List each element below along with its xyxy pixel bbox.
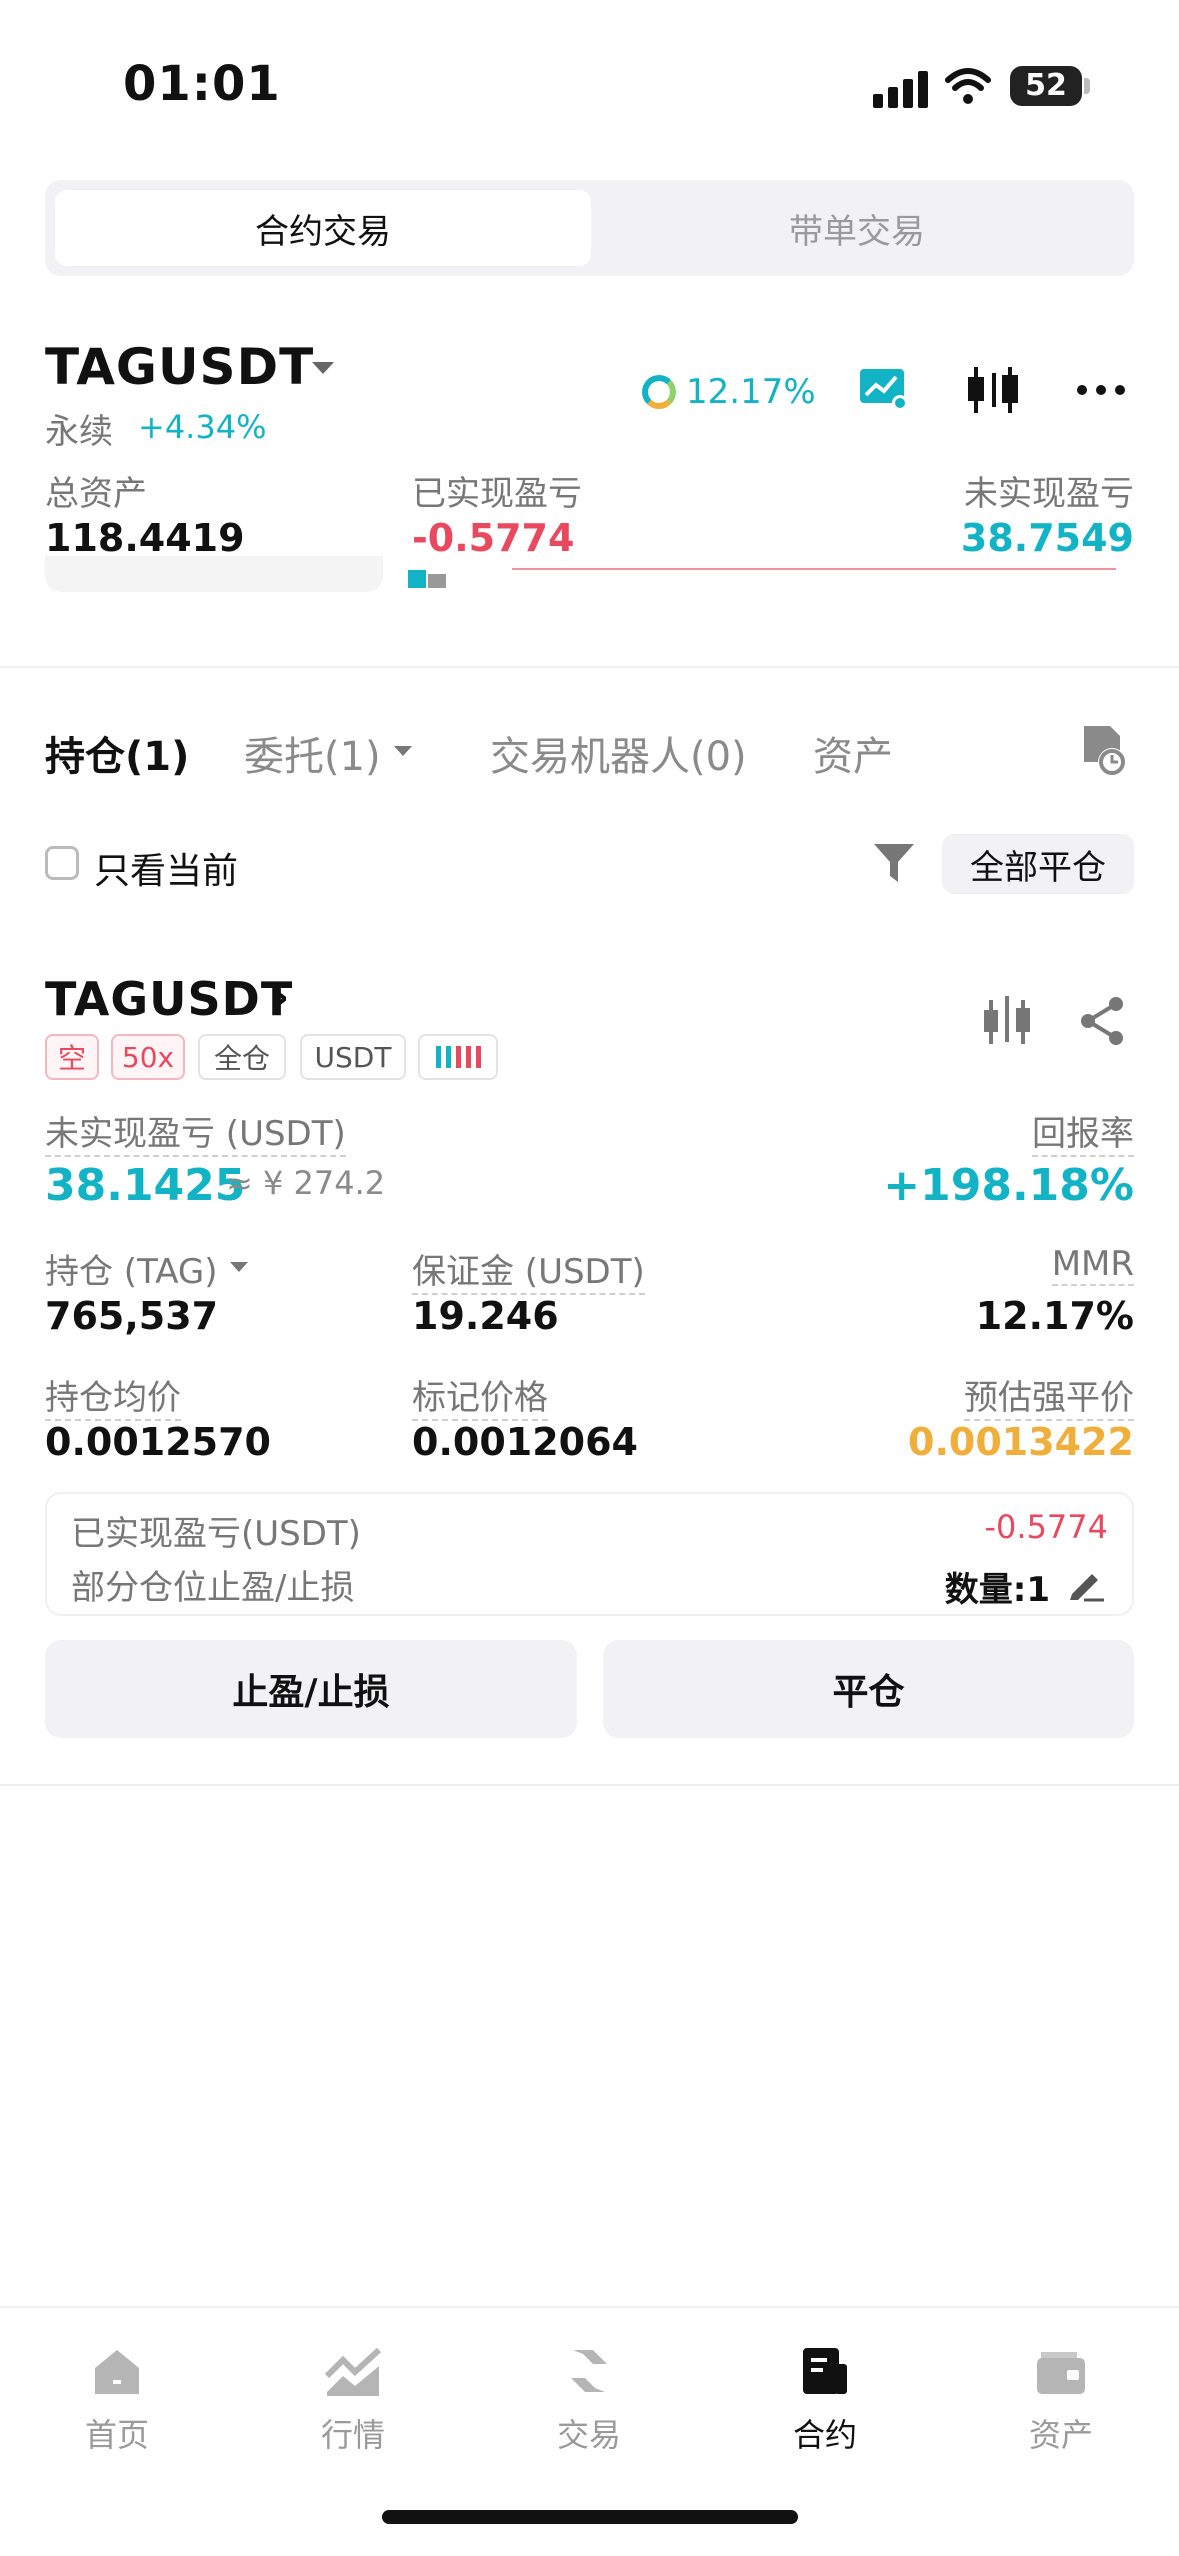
collapsed-order-input	[45, 556, 383, 592]
more-icon[interactable]	[1076, 362, 1126, 418]
roe-label: 回报率	[1032, 1106, 1134, 1157]
candlestick-icon[interactable]	[966, 362, 1020, 418]
share-icon[interactable]	[1078, 996, 1126, 1050]
only-current-label[interactable]: 只看当前	[94, 842, 238, 894]
liq-price-label: 预估强平价	[964, 1370, 1134, 1421]
mmr-percent[interactable]: 12.17%	[686, 372, 816, 412]
roe-value: +198.18%	[883, 1160, 1134, 1211]
nav-home-label: 首页	[84, 2416, 149, 2454]
nav-futures[interactable]: 合约	[750, 2346, 900, 2456]
position-chart-icon[interactable]	[982, 992, 1032, 1052]
size-label[interactable]: 持仓 (TAG)	[45, 1244, 217, 1293]
unrealized-pnl-value: 38.7549	[960, 516, 1134, 560]
size-value: 765,537	[45, 1294, 219, 1338]
close-position-button[interactable]: 平仓	[603, 1640, 1134, 1738]
realized-pnl-label: 已实现盈亏	[412, 474, 582, 514]
edit-icon[interactable]	[1068, 1566, 1106, 1602]
total-assets-label: 总资产	[45, 474, 147, 514]
nav-market[interactable]: 行情	[278, 2346, 428, 2456]
tpsl-summary-box: 已实现盈亏(USDT) -0.5774 部分仓位止盈/止损 数量:1	[45, 1492, 1134, 1616]
price-change: +4.34%	[138, 408, 267, 446]
collapsed-indicator	[408, 570, 426, 588]
settle-currency-tag: USDT	[300, 1034, 406, 1080]
margin-label: 保证金 (USDT)	[412, 1244, 645, 1295]
tpsl-button[interactable]: 止盈/止损	[45, 1640, 577, 1738]
home-icon	[95, 2350, 139, 2394]
mmr-value: 12.17%	[975, 1294, 1134, 1338]
nav-trade[interactable]: 交易	[514, 2346, 664, 2456]
status-time: 01:01	[123, 56, 281, 112]
mmr-label: MMR	[1051, 1244, 1134, 1286]
home-indicator	[382, 2510, 798, 2524]
unrealized-value: 38.1425	[45, 1160, 246, 1211]
tab-assets[interactable]: 资产	[813, 724, 893, 782]
only-current-checkbox[interactable]	[45, 846, 79, 880]
section-divider	[0, 666, 1179, 668]
size-unit-dropdown-icon[interactable]	[230, 1262, 248, 1272]
chart-monitor-icon[interactable]	[858, 362, 910, 418]
nav-assets-label: 资产	[1028, 2416, 1093, 2454]
segment-copy-trading[interactable]: 带单交易	[589, 190, 1125, 266]
tpsl-quantity[interactable]: 数量:1	[945, 1562, 1050, 1611]
history-icon[interactable]	[1078, 722, 1128, 782]
entry-price-label: 持仓均价	[45, 1370, 181, 1421]
chevron-right-icon[interactable]: ›	[272, 972, 289, 1021]
nav-assets[interactable]: 资产	[986, 2346, 1136, 2456]
nav-futures-label: 合约	[792, 2416, 857, 2454]
position-symbol[interactable]: TAGUSDT	[45, 972, 293, 1026]
adl-indicator-icon	[418, 1034, 498, 1080]
realized-pnl-value: -0.5774	[412, 516, 575, 560]
mmr-gauge-icon[interactable]	[642, 375, 676, 409]
filter-icon[interactable]	[872, 842, 916, 888]
orders-dropdown-icon[interactable]	[394, 746, 412, 756]
symbol-title[interactable]: TAGUSDT	[45, 338, 314, 396]
tab-orders[interactable]: 委托(1)	[244, 724, 381, 782]
card-divider	[0, 1784, 1179, 1786]
trade-icon	[571, 2350, 607, 2392]
collapsed-indicator-2	[428, 574, 446, 588]
wifi-icon	[945, 68, 991, 104]
contract-type: 永续	[45, 412, 113, 452]
close-all-button[interactable]: 全部平仓	[942, 834, 1134, 894]
signal-icon	[873, 71, 928, 108]
futures-icon	[803, 2348, 847, 2394]
segment-futures-trading[interactable]: 合约交易	[55, 190, 591, 266]
collapsed-slider-track	[512, 568, 1116, 570]
side-tag: 空	[45, 1034, 99, 1080]
symbol-dropdown-icon[interactable]	[312, 362, 334, 374]
mark-price-value: 0.0012064	[412, 1420, 638, 1464]
battery-icon: 52	[1010, 66, 1082, 106]
nav-market-label: 行情	[320, 2416, 385, 2454]
trade-mode-segment: 合约交易 带单交易	[45, 180, 1134, 276]
tab-positions[interactable]: 持仓(1)	[45, 724, 189, 782]
mark-price-label: 标记价格	[412, 1370, 548, 1421]
nav-home[interactable]: 首页	[42, 2346, 192, 2456]
wallet-icon	[1037, 2352, 1085, 2394]
leverage-tag: 50x	[111, 1034, 185, 1080]
unrealized-label: 未实现盈亏 (USDT)	[45, 1106, 346, 1157]
entry-price-value: 0.0012570	[45, 1420, 271, 1464]
unrealized-pnl-label: 未实现盈亏	[964, 474, 1134, 514]
margin-value: 19.246	[412, 1294, 559, 1338]
total-assets-value: 118.4419	[45, 516, 245, 560]
position-realized-label: 已实现盈亏(USDT)	[71, 1514, 361, 1554]
unrealized-cny: ≈ ¥ 274.2	[226, 1164, 386, 1202]
nav-trade-label: 交易	[556, 2416, 621, 2454]
liq-price-value: 0.0013422	[908, 1420, 1134, 1464]
partial-tpsl-label: 部分仓位止盈/止损	[71, 1568, 355, 1608]
position-realized-value: -0.5774	[984, 1508, 1108, 1546]
tab-trading-bots[interactable]: 交易机器人(0)	[490, 724, 747, 782]
battery-tip	[1084, 78, 1090, 94]
market-chart-icon	[325, 2347, 381, 2396]
margin-mode-tag: 全仓	[198, 1034, 286, 1080]
